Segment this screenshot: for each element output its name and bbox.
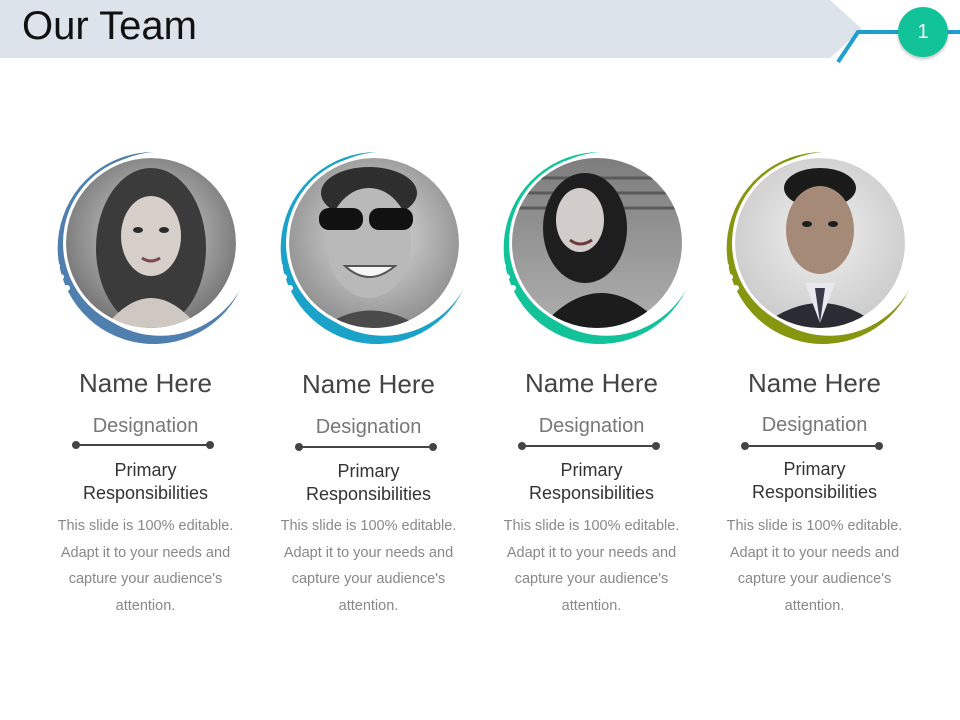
page-title: Our Team: [22, 4, 197, 48]
team-member-card: Name Here Designation Primary Responsibi…: [480, 148, 703, 628]
responsibilities-heading: Primary Responsibilities: [703, 458, 926, 504]
responsibilities-heading: Primary Responsibilities: [257, 460, 480, 506]
avatar-ring: [277, 151, 463, 344]
team-member-card: Name Here Designation Primary Responsibi…: [257, 148, 480, 628]
member-designation: Designation: [761, 414, 868, 436]
divider: [741, 442, 883, 450]
avatar-ring: [723, 151, 909, 344]
avatar: [257, 148, 480, 348]
title-banner: Our Team: [0, 0, 870, 58]
member-designation: Designation: [92, 415, 199, 437]
responsibilities-line-1: Primary: [114, 460, 177, 480]
avatar: [34, 148, 257, 348]
member-designation: Designation: [538, 415, 645, 437]
member-designation: Designation: [315, 416, 422, 438]
responsibilities-heading: Primary Responsibilities: [34, 459, 257, 505]
page-number-badge: 1: [898, 7, 948, 57]
avatar: [480, 148, 703, 348]
member-name: Name Here: [525, 368, 658, 398]
member-name: Name Here: [79, 368, 212, 398]
avatar-ring: [54, 151, 240, 344]
divider: [295, 443, 437, 451]
member-description: This slide is 100% editable. Adapt it to…: [280, 518, 457, 614]
member-name: Name Here: [302, 369, 435, 399]
responsibilities-line-1: Primary: [560, 460, 623, 480]
member-description: This slide is 100% editable. Adapt it to…: [57, 518, 234, 614]
team-member-card: Name Here Designation Primary Responsibi…: [34, 148, 257, 628]
responsibilities-heading: Primary Responsibilities: [480, 459, 703, 505]
responsibilities-line-1: Primary: [337, 461, 400, 481]
member-description: This slide is 100% editable. Adapt it to…: [726, 518, 903, 614]
divider: [518, 442, 660, 450]
member-name: Name Here: [748, 368, 881, 398]
responsibilities-line-2: Responsibilities: [82, 483, 209, 503]
member-description: This slide is 100% editable. Adapt it to…: [503, 518, 680, 614]
avatar: [703, 148, 926, 348]
responsibilities-line-2: Responsibilities: [305, 484, 432, 504]
divider: [72, 441, 214, 449]
team-member-card: Name Here Designation Primary Responsibi…: [703, 148, 926, 628]
responsibilities-line-1: Primary: [783, 459, 846, 479]
avatar-ring: [500, 151, 686, 344]
responsibilities-line-2: Responsibilities: [528, 483, 655, 503]
responsibilities-line-2: Responsibilities: [751, 482, 878, 502]
